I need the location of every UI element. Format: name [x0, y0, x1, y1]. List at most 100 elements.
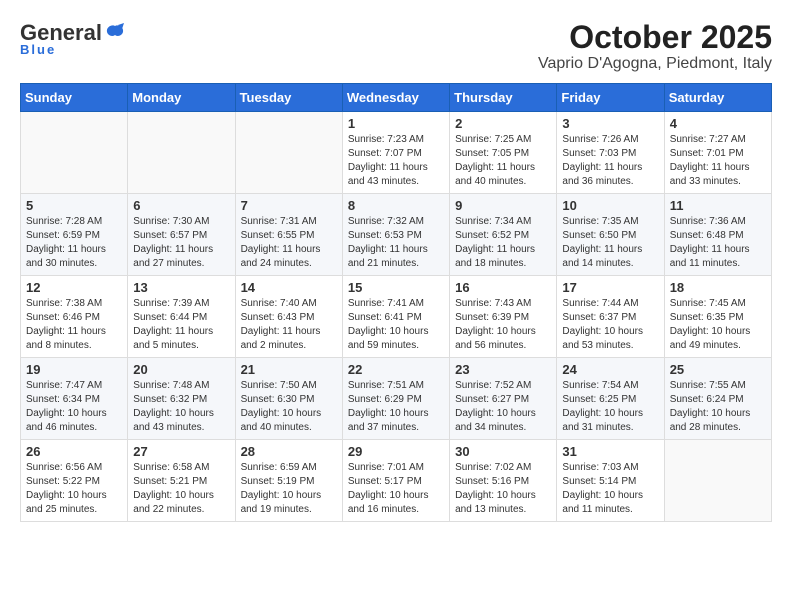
calendar-day-cell: 5 Sunrise: 7:28 AM Sunset: 6:59 PM Daylig…: [21, 194, 128, 276]
day-number: 27: [133, 444, 229, 459]
day-number: 7: [241, 198, 337, 213]
logo: General Blue: [20, 20, 126, 57]
day-number: 15: [348, 280, 444, 295]
day-info: Sunrise: 7:28 AM Sunset: 6:59 PM Dayligh…: [26, 215, 122, 271]
day-number: 14: [241, 280, 337, 295]
day-number: 11: [670, 198, 766, 213]
day-info: Sunrise: 7:27 AM Sunset: 7:01 PM Dayligh…: [670, 133, 766, 189]
calendar-day-cell: [664, 440, 771, 522]
day-number: 30: [455, 444, 551, 459]
calendar-day-cell: 27 Sunrise: 6:58 AM Sunset: 5:21 PM Dayli…: [128, 440, 235, 522]
day-number: 3: [562, 116, 658, 131]
calendar-day-cell: 3 Sunrise: 7:26 AM Sunset: 7:03 PM Daylig…: [557, 112, 664, 194]
calendar-day-cell: [21, 112, 128, 194]
calendar-week-row: 12 Sunrise: 7:38 AM Sunset: 6:46 PM Dayli…: [21, 276, 772, 358]
calendar-day-cell: 19 Sunrise: 7:47 AM Sunset: 6:34 PM Dayli…: [21, 358, 128, 440]
calendar-title: October 2025: [538, 20, 772, 55]
day-number: 13: [133, 280, 229, 295]
day-number: 19: [26, 362, 122, 377]
calendar-day-cell: 15 Sunrise: 7:41 AM Sunset: 6:41 PM Dayli…: [342, 276, 449, 358]
header-saturday: Saturday: [664, 84, 771, 112]
page-header: General Blue October 2025 Vaprio D'Agogn…: [20, 20, 772, 73]
day-info: Sunrise: 7:38 AM Sunset: 6:46 PM Dayligh…: [26, 297, 122, 353]
calendar-day-cell: 4 Sunrise: 7:27 AM Sunset: 7:01 PM Daylig…: [664, 112, 771, 194]
day-info: Sunrise: 7:39 AM Sunset: 6:44 PM Dayligh…: [133, 297, 229, 353]
day-info: Sunrise: 7:44 AM Sunset: 6:37 PM Dayligh…: [562, 297, 658, 353]
day-number: 5: [26, 198, 122, 213]
calendar-day-cell: 31 Sunrise: 7:03 AM Sunset: 5:14 PM Dayli…: [557, 440, 664, 522]
day-info: Sunrise: 7:32 AM Sunset: 6:53 PM Dayligh…: [348, 215, 444, 271]
day-info: Sunrise: 6:59 AM Sunset: 5:19 PM Dayligh…: [241, 461, 337, 517]
day-info: Sunrise: 6:58 AM Sunset: 5:21 PM Dayligh…: [133, 461, 229, 517]
calendar-day-cell: 29Sunrise: 7:01 AM Sunset: 5:17 PM Dayli…: [342, 440, 449, 522]
calendar-day-cell: 28 Sunrise: 6:59 AM Sunset: 5:19 PM Dayli…: [235, 440, 342, 522]
logo-bird-icon: [104, 22, 126, 44]
calendar-day-cell: 12 Sunrise: 7:38 AM Sunset: 6:46 PM Dayli…: [21, 276, 128, 358]
calendar-day-cell: 13 Sunrise: 7:39 AM Sunset: 6:44 PM Dayli…: [128, 276, 235, 358]
calendar-week-row: 26 Sunrise: 6:56 AM Sunset: 5:22 PM Dayli…: [21, 440, 772, 522]
day-number: 1: [348, 116, 444, 131]
day-info: Sunrise: 7:03 AM Sunset: 5:14 PM Dayligh…: [562, 461, 658, 517]
day-number: 29: [348, 444, 444, 459]
day-number: 6: [133, 198, 229, 213]
calendar-week-row: 5 Sunrise: 7:28 AM Sunset: 6:59 PM Daylig…: [21, 194, 772, 276]
calendar-day-cell: 21Sunrise: 7:50 AM Sunset: 6:30 PM Dayli…: [235, 358, 342, 440]
logo-blue-text: Blue: [20, 42, 56, 57]
calendar-day-cell: [128, 112, 235, 194]
header-friday: Friday: [557, 84, 664, 112]
day-number: 17: [562, 280, 658, 295]
calendar-day-cell: 11 Sunrise: 7:36 AM Sunset: 6:48 PM Dayli…: [664, 194, 771, 276]
day-info: Sunrise: 7:43 AM Sunset: 6:39 PM Dayligh…: [455, 297, 551, 353]
day-number: 22: [348, 362, 444, 377]
calendar-day-cell: 30 Sunrise: 7:02 AM Sunset: 5:16 PM Dayli…: [450, 440, 557, 522]
day-number: 23: [455, 362, 551, 377]
day-info: Sunrise: 7:54 AM Sunset: 6:25 PM Dayligh…: [562, 379, 658, 435]
calendar-day-cell: 9 Sunrise: 7:34 AM Sunset: 6:52 PM Daylig…: [450, 194, 557, 276]
day-number: 25: [670, 362, 766, 377]
header-wednesday: Wednesday: [342, 84, 449, 112]
day-info: Sunrise: 7:51 AM Sunset: 6:29 PM Dayligh…: [348, 379, 444, 435]
day-info: Sunrise: 7:52 AM Sunset: 6:27 PM Dayligh…: [455, 379, 551, 435]
calendar-day-cell: [235, 112, 342, 194]
day-number: 4: [670, 116, 766, 131]
calendar-header-row: SundayMondayTuesdayWednesdayThursdayFrid…: [21, 84, 772, 112]
calendar-day-cell: 6Sunrise: 7:30 AM Sunset: 6:57 PM Daylig…: [128, 194, 235, 276]
calendar-day-cell: 8Sunrise: 7:32 AM Sunset: 6:53 PM Daylig…: [342, 194, 449, 276]
calendar-subtitle: Vaprio D'Agogna, Piedmont, Italy: [538, 55, 772, 73]
day-info: Sunrise: 7:47 AM Sunset: 6:34 PM Dayligh…: [26, 379, 122, 435]
day-info: Sunrise: 7:40 AM Sunset: 6:43 PM Dayligh…: [241, 297, 337, 353]
day-info: Sunrise: 7:26 AM Sunset: 7:03 PM Dayligh…: [562, 133, 658, 189]
day-number: 26: [26, 444, 122, 459]
header-tuesday: Tuesday: [235, 84, 342, 112]
day-number: 28: [241, 444, 337, 459]
calendar-day-cell: 7 Sunrise: 7:31 AM Sunset: 6:55 PM Daylig…: [235, 194, 342, 276]
day-info: Sunrise: 7:36 AM Sunset: 6:48 PM Dayligh…: [670, 215, 766, 271]
header-sunday: Sunday: [21, 84, 128, 112]
calendar-day-cell: 22 Sunrise: 7:51 AM Sunset: 6:29 PM Dayli…: [342, 358, 449, 440]
calendar-day-cell: 14 Sunrise: 7:40 AM Sunset: 6:43 PM Dayli…: [235, 276, 342, 358]
calendar-day-cell: 24 Sunrise: 7:54 AM Sunset: 6:25 PM Dayli…: [557, 358, 664, 440]
day-info: Sunrise: 7:23 AM Sunset: 7:07 PM Dayligh…: [348, 133, 444, 189]
day-info: Sunrise: 7:31 AM Sunset: 6:55 PM Dayligh…: [241, 215, 337, 271]
day-number: 31: [562, 444, 658, 459]
day-number: 10: [562, 198, 658, 213]
day-info: Sunrise: 7:48 AM Sunset: 6:32 PM Dayligh…: [133, 379, 229, 435]
calendar-day-cell: 2Sunrise: 7:25 AM Sunset: 7:05 PM Daylig…: [450, 112, 557, 194]
day-number: 12: [26, 280, 122, 295]
calendar-day-cell: 10 Sunrise: 7:35 AM Sunset: 6:50 PM Dayli…: [557, 194, 664, 276]
calendar-day-cell: 18Sunrise: 7:45 AM Sunset: 6:35 PM Dayli…: [664, 276, 771, 358]
day-info: Sunrise: 7:45 AM Sunset: 6:35 PM Dayligh…: [670, 297, 766, 353]
day-info: Sunrise: 7:34 AM Sunset: 6:52 PM Dayligh…: [455, 215, 551, 271]
day-number: 9: [455, 198, 551, 213]
header-monday: Monday: [128, 84, 235, 112]
calendar-week-row: 19 Sunrise: 7:47 AM Sunset: 6:34 PM Dayli…: [21, 358, 772, 440]
day-info: Sunrise: 7:41 AM Sunset: 6:41 PM Dayligh…: [348, 297, 444, 353]
calendar-day-cell: 17 Sunrise: 7:44 AM Sunset: 6:37 PM Dayli…: [557, 276, 664, 358]
day-info: Sunrise: 6:56 AM Sunset: 5:22 PM Dayligh…: [26, 461, 122, 517]
calendar-day-cell: 16Sunrise: 7:43 AM Sunset: 6:39 PM Dayli…: [450, 276, 557, 358]
day-number: 24: [562, 362, 658, 377]
day-number: 2: [455, 116, 551, 131]
calendar-day-cell: 20Sunrise: 7:48 AM Sunset: 6:32 PM Dayli…: [128, 358, 235, 440]
day-info: Sunrise: 7:35 AM Sunset: 6:50 PM Dayligh…: [562, 215, 658, 271]
day-info: Sunrise: 7:02 AM Sunset: 5:16 PM Dayligh…: [455, 461, 551, 517]
